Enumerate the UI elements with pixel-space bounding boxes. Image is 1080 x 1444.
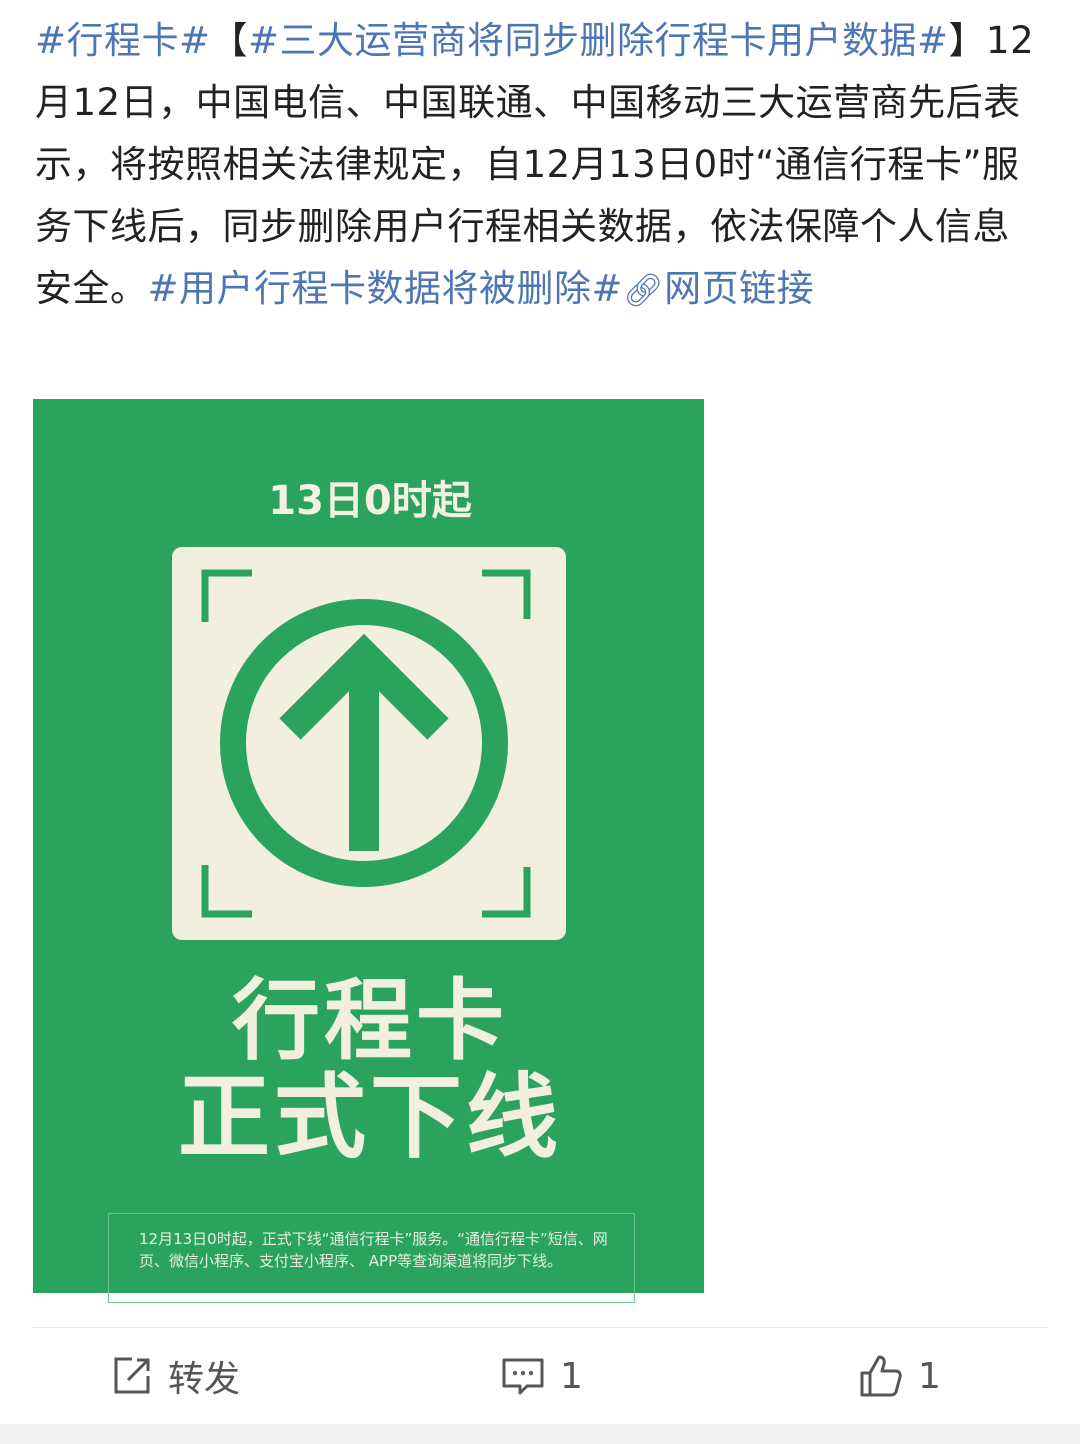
post-text: #行程卡#【#三大运营商将同步删除行程卡用户数据#】12月12日，中国电信、中国…	[35, 10, 1040, 321]
hashtag-data-deleted[interactable]: #用户行程卡数据将被删除#	[148, 267, 624, 310]
poster-card	[172, 547, 566, 940]
web-link-label: 网页链接	[664, 267, 815, 310]
web-link[interactable]: 🔗︎网页链接	[623, 267, 814, 310]
comment-icon	[502, 1358, 544, 1395]
hashtag-trip-card[interactable]: #行程卡#	[35, 19, 211, 62]
bottom-bar	[0, 1424, 1080, 1444]
like-button[interactable]: 1	[858, 1354, 941, 1398]
comment-button[interactable]: 1	[500, 1354, 583, 1398]
bracket-open: 【	[210, 19, 249, 62]
bracket-close: 】	[948, 19, 987, 62]
share-icon	[114, 1357, 150, 1394]
repost-button[interactable]: 转发	[110, 1354, 240, 1400]
action-bar: 转发 1 1	[0, 1328, 1080, 1424]
poster-notice: 12月13日0时起，正式下线“通信行程卡”服务。“通信行程卡”短信、网页、微信小…	[108, 1213, 635, 1303]
up-arrow-circle-icon	[201, 569, 531, 918]
like-count: 1	[918, 1355, 941, 1397]
poster-title-line2: 正式下线	[177, 1064, 562, 1171]
repost-label: 转发	[168, 1359, 241, 1400]
comment-count: 1	[560, 1355, 583, 1397]
poster-title-line1: 行程卡	[231, 969, 508, 1072]
poster-time-label: 13日0时起	[268, 478, 472, 524]
link-icon: 🔗︎	[623, 271, 665, 309]
thumbs-up-icon	[860, 1355, 902, 1397]
hashtag-headline[interactable]: #三大运营商将同步删除行程卡用户数据#	[248, 19, 949, 62]
